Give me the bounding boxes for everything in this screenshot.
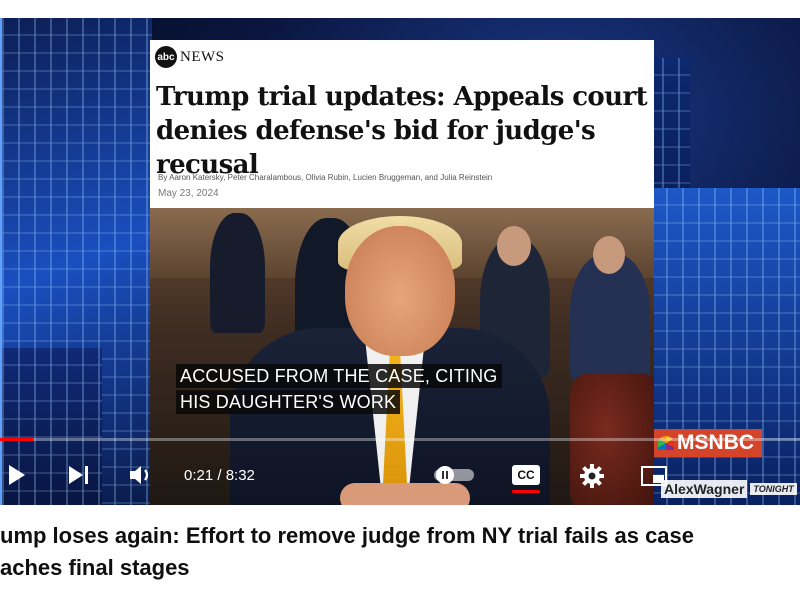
autoplay-toggle-icon — [434, 466, 474, 484]
next-button[interactable] — [66, 463, 92, 487]
next-icon — [69, 466, 88, 484]
autoplay-toggle[interactable] — [432, 465, 476, 485]
network-name: MSNBC — [677, 431, 754, 454]
volume-icon — [130, 466, 149, 484]
play-icon — [9, 465, 25, 485]
closed-captions: ACCUSED FROM THE CASE, CITING HIS DAUGHT… — [176, 364, 502, 416]
miniplayer-icon — [641, 466, 667, 486]
captions-icon: CC — [512, 465, 540, 485]
gear-icon — [580, 464, 604, 488]
article-bylines: By Aaron Katersky, Peter Charalambous, O… — [158, 173, 493, 182]
caption-line: ACCUSED FROM THE CASE, CITING — [176, 364, 502, 388]
abc-news-logo: abc NEWS — [155, 46, 225, 68]
volume-button[interactable] — [128, 463, 156, 487]
play-button[interactable] — [6, 463, 28, 487]
video-title-line: ump loses again: Effort to remove judge … — [0, 523, 695, 548]
video-title-line: aches final stages — [0, 555, 190, 580]
article-date: May 23, 2024 — [158, 188, 219, 199]
outlet-name: NEWS — [180, 48, 225, 65]
progress-played — [0, 438, 33, 441]
settings-button[interactable] — [578, 462, 606, 490]
captions-button[interactable]: CC — [510, 461, 542, 493]
player-controls: 0:21 / 8:32 CC — [0, 453, 800, 505]
video-title[interactable]: ump loses again: Effort to remove judge … — [0, 520, 800, 584]
captions-active-indicator — [512, 490, 540, 493]
caption-line: HIS DAUGHTER'S WORK — [176, 390, 401, 414]
article-headline: Trump trial updates: Appeals court denie… — [156, 82, 648, 180]
time-display: 0:21 / 8:32 — [184, 467, 255, 484]
news-article-graphic: abc NEWS Trump trial updates: Appeals co… — [150, 40, 654, 505]
video-player[interactable]: abc NEWS Trump trial updates: Appeals co… — [0, 18, 800, 505]
progress-bar[interactable] — [0, 438, 800, 441]
miniplayer-button[interactable] — [640, 464, 668, 488]
abc-logo-icon: abc — [155, 46, 177, 68]
